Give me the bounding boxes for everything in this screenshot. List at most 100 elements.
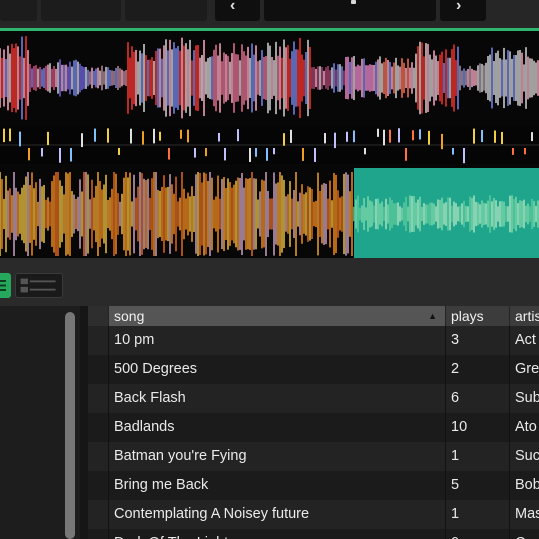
table-row[interactable]: Back Flash 6 Sub: [88, 384, 539, 413]
artist-cell: Gre: [510, 355, 539, 384]
toolbar-button-2[interactable]: [41, 0, 121, 21]
beat-marker: [3, 128, 5, 143]
row-index-cell: [88, 471, 109, 500]
table-row[interactable]: Batman you're Fying 1 Suc: [88, 442, 539, 471]
beat-marker: [273, 148, 275, 155]
sidebar-scroll-thumb[interactable]: [65, 312, 75, 539]
beat-marker: [205, 148, 207, 157]
song-cell: Batman you're Fying: [109, 442, 446, 471]
beat-marker: [142, 131, 144, 145]
beat-marker: [47, 131, 49, 146]
beat-marker: [494, 130, 496, 143]
table-row[interactable]: Contemplating A Noisey future1Mas: [88, 500, 539, 529]
list-view-icon: [0, 280, 6, 291]
beat-marker: [441, 133, 443, 150]
plays-cell: 3: [446, 326, 510, 355]
track-table: song ▲ plays artis 10 pm 3 Act 500 Degrees 2…: [88, 306, 539, 539]
beat-marker: [28, 148, 30, 161]
beat-marker: [412, 130, 414, 141]
toolbar-button-1[interactable]: [0, 0, 37, 21]
header-artist-label: artis: [515, 308, 539, 324]
beat-marker: [224, 148, 226, 161]
beat-marker: [524, 148, 526, 155]
header-plays-label: plays: [451, 308, 484, 324]
beat-marker: [314, 148, 316, 162]
song-cell: Contemplating A Noisey future: [109, 500, 446, 529]
beat-marker: [218, 132, 220, 142]
beat-marker: [302, 148, 304, 161]
library-toolbar: [0, 258, 539, 306]
beat-marker: [255, 148, 257, 157]
next-button[interactable]: [440, 0, 486, 21]
plays-cell: 10: [446, 413, 510, 442]
table-row[interactable]: 500 Degrees 2 Gre: [88, 355, 539, 384]
beat-marker: [290, 129, 292, 143]
beat-marker: [94, 128, 96, 142]
detail-view-button[interactable]: [15, 273, 63, 298]
artist-cell: Suc: [510, 442, 539, 471]
chevron-left-icon: ‹: [230, 0, 236, 14]
artist-cell: Ato: [510, 413, 539, 442]
beat-marker: [463, 148, 465, 164]
beat-marker: [512, 148, 514, 155]
overview-waveform: [0, 36, 539, 120]
header-artist[interactable]: artis: [510, 306, 539, 326]
waveform-display[interactable]: [0, 31, 539, 258]
beat-marker: [153, 128, 155, 144]
beat-marker: [9, 128, 11, 142]
beat-marker: [237, 129, 239, 142]
beat-marker: [130, 128, 132, 144]
beat-marker: [159, 131, 161, 141]
chevron-right-icon: ›: [456, 0, 462, 14]
beat-marker: [398, 128, 400, 143]
list-view-button[interactable]: [0, 273, 11, 298]
track-selector[interactable]: [264, 0, 436, 21]
plays-cell: 1: [446, 442, 510, 471]
beat-marker: [283, 133, 285, 146]
table-row[interactable]: Bring me Back 5 Bob: [88, 471, 539, 500]
sort-ascending-icon: ▲: [428, 311, 437, 321]
beat-marker: [531, 132, 533, 142]
table-row[interactable]: 10 pm 3 Act: [88, 326, 539, 355]
beat-marker: [19, 131, 21, 147]
song-cell: 500 Degrees: [109, 355, 446, 384]
header-song[interactable]: song ▲: [109, 306, 446, 326]
beat-marker: [389, 129, 391, 143]
song-cell: 10 pm: [109, 326, 446, 355]
toolbar-button-3[interactable]: [125, 0, 207, 21]
plays-cell: 0: [446, 529, 510, 539]
deck-toolbar: ‹ ›: [0, 0, 539, 28]
beat-marker-strip: [0, 126, 539, 164]
row-index-cell: [88, 355, 109, 384]
beat-marker: [419, 129, 421, 140]
table-row[interactable]: Badlands 10 Ato: [88, 413, 539, 442]
row-index-cell: [88, 500, 109, 529]
song-cell: Bring me Back: [109, 471, 446, 500]
header-index[interactable]: [88, 306, 109, 326]
table-header: song ▲ plays artis: [88, 306, 539, 326]
beat-marker: [107, 128, 109, 143]
beat-marker: [364, 148, 366, 155]
beat-marker: [334, 132, 336, 149]
beat-marker: [70, 148, 72, 162]
waveform-svg[interactable]: [0, 31, 539, 258]
beat-marker: [481, 129, 483, 143]
beat-marker: [81, 133, 83, 148]
plays-cell: 1: [446, 500, 510, 529]
beat-marker: [346, 131, 348, 142]
header-plays[interactable]: plays: [446, 306, 510, 326]
song-cell: Back Flash: [109, 384, 446, 413]
beat-marker: [324, 133, 326, 144]
row-index-cell: [88, 384, 109, 413]
artist-cell: Bob: [510, 471, 539, 500]
beat-marker: [353, 130, 355, 143]
beat-marker: [249, 148, 251, 162]
table-row[interactable]: Dark Of The Light0Cu: [88, 529, 539, 539]
prev-button[interactable]: [215, 0, 260, 21]
beat-marker: [41, 148, 43, 157]
beat-marker: [452, 148, 454, 155]
beat-marker: [377, 128, 379, 137]
beat-marker: [266, 148, 268, 161]
beat-marker: [168, 148, 170, 160]
beat-marker: [405, 148, 407, 161]
